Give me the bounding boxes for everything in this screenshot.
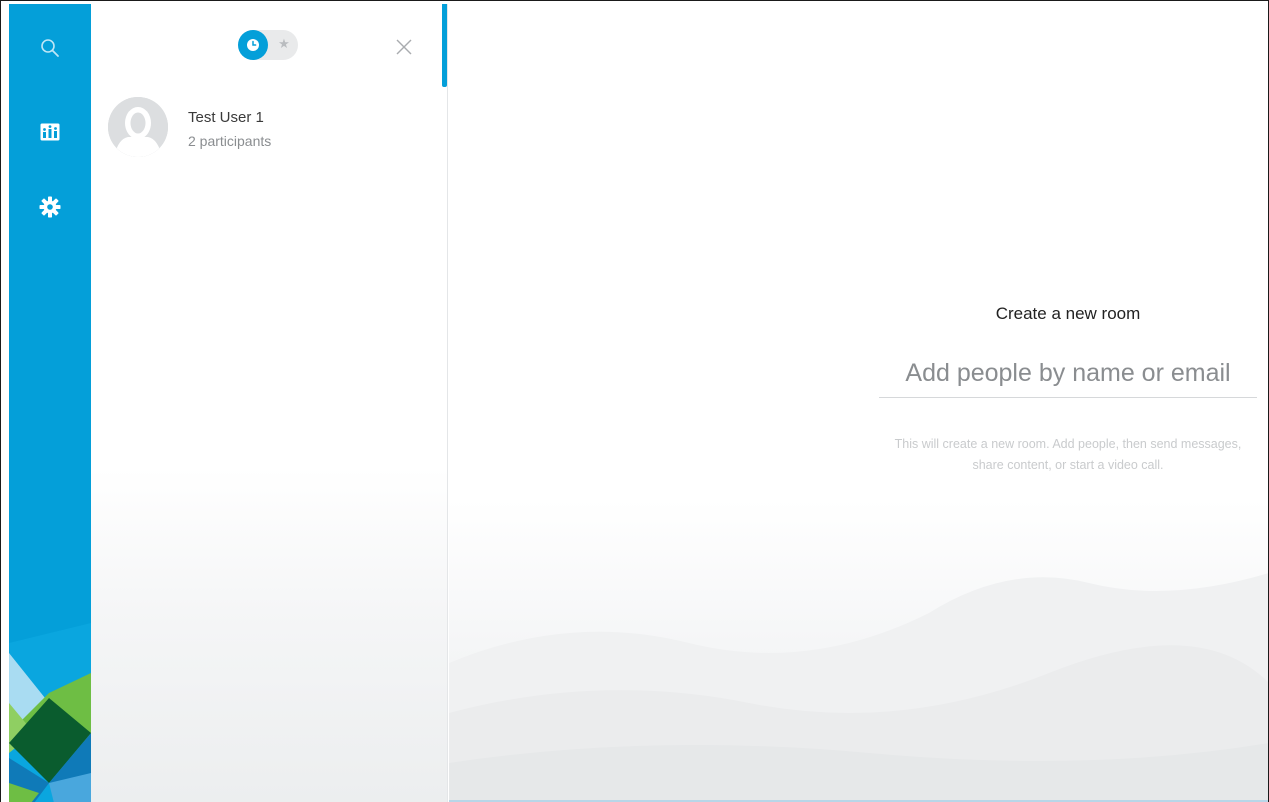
panel-accent-bar (442, 4, 447, 87)
search-icon (40, 38, 60, 63)
mountain-background (449, 573, 1268, 802)
create-room-help-text: This will create a new room. Add people,… (894, 437, 1242, 472)
room-name: Test User 1 (188, 109, 264, 126)
default-avatar-icon (108, 97, 168, 157)
rail-settings-button[interactable] (9, 189, 91, 229)
close-icon (393, 39, 415, 62)
room-list-panel: ★ Test User 1 2 participants (91, 4, 448, 802)
create-room-form: Create a new room This will create a new… (879, 304, 1259, 472)
create-room-title: Create a new room (995, 304, 1141, 323)
room-participants: 2 participants (188, 133, 272, 149)
add-people-input[interactable] (879, 350, 1257, 398)
main-content: Create a new room This will create a new… (449, 4, 1268, 802)
navigation-rail (9, 4, 91, 802)
rail-search-button[interactable] (9, 30, 91, 70)
room-list-item[interactable]: Test User 1 2 participants (91, 92, 442, 162)
team-icon (40, 123, 60, 146)
star-icon[interactable]: ★ (275, 35, 293, 53)
clock-icon[interactable] (238, 30, 268, 60)
recent-favorites-toggle[interactable]: ★ (238, 30, 298, 60)
gear-icon (39, 196, 61, 223)
close-button[interactable] (393, 36, 415, 58)
rail-decoration (9, 583, 91, 802)
rail-teams-button[interactable] (9, 114, 91, 154)
app-window: ★ Test User 1 2 participants Create a ne… (0, 0, 1269, 802)
